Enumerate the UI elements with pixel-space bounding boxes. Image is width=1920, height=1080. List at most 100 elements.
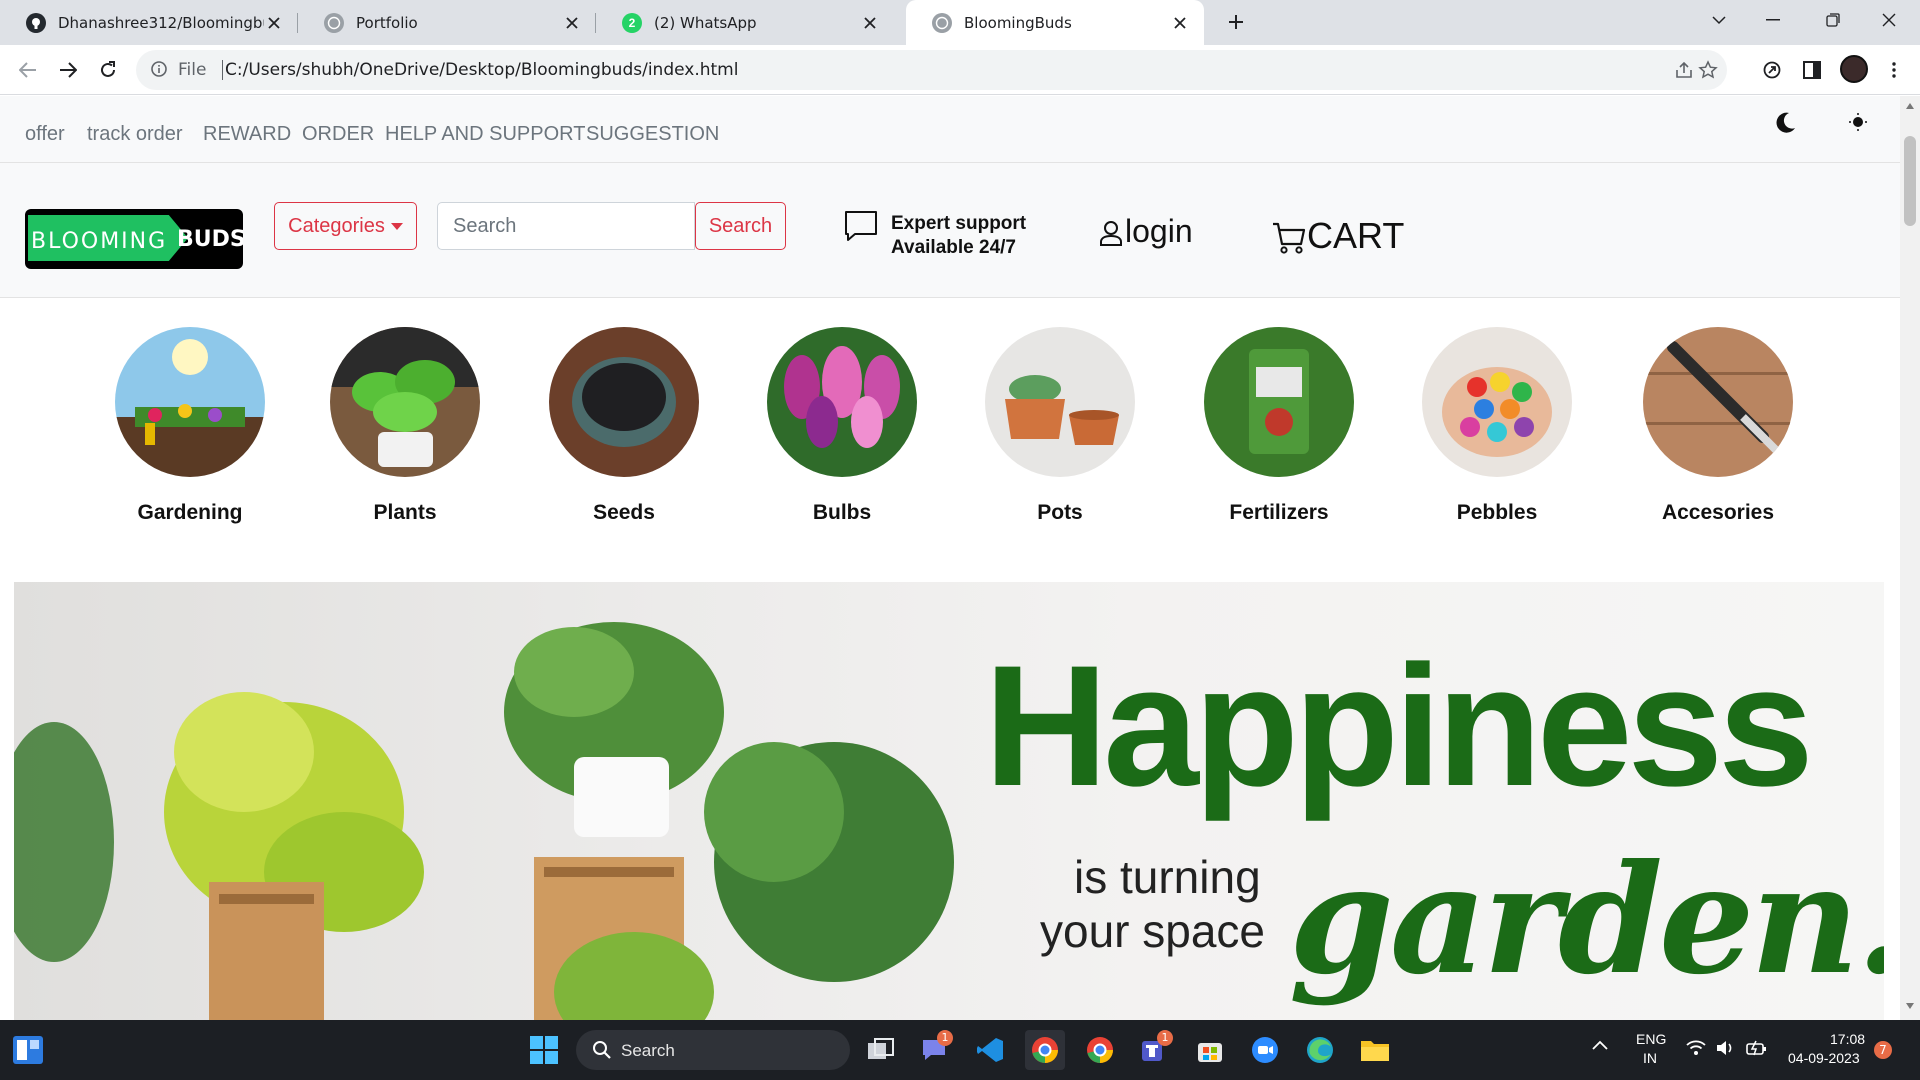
vscode-button[interactable] [970,1030,1010,1070]
clock-date[interactable]: 04-09-2023 [1788,1050,1860,1066]
search-button[interactable]: Search [695,202,786,250]
page-scrollbar[interactable] [1900,96,1920,1020]
nav-link-help-and-support[interactable]: HELP AND SUPPORT [385,123,585,146]
volume-icon[interactable] [1716,1040,1736,1056]
forward-arrow-icon [60,62,77,78]
file-explorer-button[interactable] [1355,1030,1395,1070]
info-icon[interactable] [150,60,168,78]
tab-github[interactable]: Dhanashree312/Bloomingbuds [0,0,298,45]
zoom-icon [1252,1037,1278,1063]
category-label: Fertilizers [1229,501,1329,524]
region-indicator[interactable]: IN [1643,1050,1657,1066]
categories-dropdown-button[interactable]: Categories [274,202,417,250]
light-mode-sun-icon[interactable] [1848,112,1868,132]
back-button[interactable] [14,56,42,84]
language-indicator[interactable]: ENG [1636,1031,1666,1047]
task-view-icon [868,1038,894,1059]
scroll-down-arrow-icon[interactable] [1905,1002,1915,1010]
globe-icon [324,12,344,33]
new-tab-button[interactable] [1222,8,1250,36]
fertilizers-image [1204,327,1354,477]
support-subtitle: Available 24/7 [891,237,1016,258]
banner-headline: Happiness [984,630,1814,822]
widgets-button[interactable] [8,1030,48,1070]
github-icon [26,12,46,33]
restore-button[interactable] [1810,0,1856,40]
close-icon[interactable] [562,13,582,33]
bookmark-star-icon[interactable] [1694,56,1722,84]
battery-icon[interactable] [1746,1039,1768,1057]
side-panel-icon[interactable] [1798,56,1826,84]
chat-bubble-icon [843,208,879,244]
teams-chat-button[interactable]: 1 [915,1030,955,1070]
close-icon[interactable] [1170,13,1190,33]
category-label: Pebbles [1456,501,1538,524]
cart-icon[interactable] [1272,222,1306,254]
tab-bloomingbuds[interactable]: BloomingBuds [906,0,1204,45]
notification-badge: 1 [937,1030,953,1046]
reload-button[interactable] [94,56,122,84]
bulbs-image [767,327,917,477]
login-link[interactable]: login [1125,213,1193,250]
nav-link-order[interactable]: ORDER [302,123,374,146]
banner-script: garden... [1289,832,1884,1008]
address-bar[interactable]: File C:/Users/shubh/OneDrive/Desktop/Blo… [136,50,1727,90]
menu-dots-icon[interactable] [1880,56,1908,84]
nav-link-offer[interactable]: offer [25,123,65,146]
extension-icon[interactable] [1758,56,1786,84]
hero-banner[interactable]: Happiness is turning your space garden..… [14,582,1884,1020]
taskbar-search-box[interactable]: Search [576,1030,850,1070]
category-bulbs[interactable]: Bulbs [752,327,932,525]
banner-line-1: is turning [1074,851,1261,903]
category-seeds[interactable]: Seeds [534,327,714,525]
edge-button[interactable] [1300,1030,1340,1070]
nav-link-suggestion[interactable]: SUGGESTION [586,123,719,146]
store-button[interactable] [1190,1030,1230,1070]
url-text[interactable]: C:/Users/shubh/OneDrive/Desktop/Blooming… [225,60,738,80]
nav-link-reward[interactable]: REWARD [203,123,291,146]
category-pots[interactable]: Pots [970,327,1150,525]
seeds-image [549,327,699,477]
gardening-image [115,327,265,477]
store-icon [1198,1043,1222,1062]
teams-button[interactable]: 1 [1135,1030,1175,1070]
task-view-button[interactable] [861,1030,901,1070]
chrome-active-button[interactable] [1025,1030,1065,1070]
category-fertilizers[interactable]: Fertilizers [1189,327,1369,525]
wifi-icon[interactable] [1686,1040,1706,1056]
chrome-button[interactable] [1080,1030,1120,1070]
tab-search-button[interactable] [1696,0,1742,40]
start-button[interactable] [524,1030,564,1070]
notification-count-badge[interactable]: 7 [1874,1041,1892,1059]
dark-mode-moon-icon[interactable] [1772,110,1798,136]
category-pebbles[interactable]: Pebbles [1407,327,1587,525]
chevron-up-icon[interactable] [1592,1040,1608,1050]
category-plants[interactable]: Plants [315,327,495,525]
nav-link-track-order[interactable]: track order [87,123,183,146]
close-icon[interactable] [860,13,880,33]
scrollbar-thumb[interactable] [1904,136,1916,226]
clock-time[interactable]: 17:08 [1830,1031,1865,1047]
close-icon[interactable] [264,13,284,33]
forward-button[interactable] [54,56,82,84]
category-accessories[interactable]: Accesories [1628,327,1808,525]
close-window-button[interactable] [1866,0,1912,40]
url-scheme: File [178,60,207,80]
tab-portfolio[interactable]: Portfolio [298,0,596,45]
caret-down-icon [390,222,403,230]
zoom-button[interactable] [1245,1030,1285,1070]
search-input[interactable] [437,202,695,250]
tab-whatsapp[interactable]: 2 (2) WhatsApp [596,0,894,45]
profile-avatar[interactable] [1840,55,1868,83]
restore-icon [1826,13,1840,27]
cart-link[interactable]: CART [1307,215,1404,257]
top-navigation: offer track order REWARD ORDER HELP AND … [0,96,1900,163]
scroll-up-arrow-icon[interactable] [1905,102,1915,110]
category-gardening[interactable]: Gardening [100,327,280,525]
taskbar-search-label: Search [621,1041,675,1060]
pots-image [985,327,1135,477]
minimize-button[interactable] [1750,0,1796,40]
user-icon[interactable] [1099,220,1123,246]
logo-text-blooming: BLOOMING [31,229,168,254]
brand-logo[interactable]: BLOOMING BUDS [25,209,243,269]
